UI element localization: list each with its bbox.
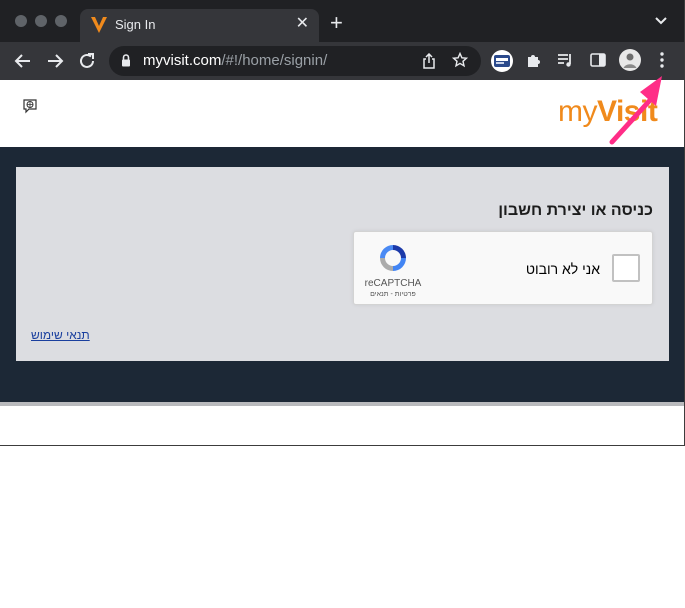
tab-search-chevron-icon[interactable] (654, 16, 668, 26)
recaptcha-checkbox[interactable] (612, 254, 640, 282)
tab-title: Sign In (115, 17, 156, 32)
web-page: myVisit כניסה או יצירת חשבון אני לא רובו… (0, 80, 684, 445)
recaptcha-label: אני לא רובוט (525, 261, 600, 277)
annotation-arrow-icon (609, 76, 662, 145)
new-tab-button[interactable]: + (330, 12, 343, 34)
tab-sign-in[interactable]: Sign In ✕ (80, 9, 319, 42)
extensions-puzzle-icon[interactable] (525, 51, 543, 69)
lock-icon[interactable] (121, 54, 131, 67)
reload-icon[interactable] (76, 50, 98, 72)
share-icon[interactable] (422, 53, 436, 69)
minimize-window-button[interactable] (35, 15, 47, 27)
address-bar[interactable]: myvisit.com/#!/home/signin/ (109, 46, 481, 76)
logo-my: my (558, 95, 598, 128)
url-path: /#!/home/signin/ (221, 52, 328, 69)
page-title: כניסה או יצירת חשבון (498, 202, 653, 219)
bookmark-star-icon[interactable] (452, 52, 468, 68)
recaptcha-widget: אני לא רובוט reCAPTCHA פרטיות - תנאים (353, 231, 653, 305)
signin-card: כניסה או יצירת חשבון אני לא רובוט reCAPT… (16, 167, 669, 361)
tab-close-icon[interactable]: ✕ (296, 15, 309, 33)
divider (0, 402, 684, 406)
extension-badge-icon[interactable] (490, 49, 514, 73)
zoom-window-button[interactable] (55, 15, 67, 27)
media-playlist-icon[interactable] (557, 51, 575, 69)
browser-window: Sign In ✕ + myvisit.com/#!/home/signin/ (0, 0, 685, 446)
title-bar: Sign In ✕ + (0, 0, 684, 42)
url-text[interactable]: myvisit.com/#!/home/signin/ (143, 52, 327, 69)
browser-toolbar: myvisit.com/#!/home/signin/ (0, 42, 684, 80)
recaptcha-logo-icon (380, 245, 406, 271)
recaptcha-brand: reCAPTCHA (364, 278, 422, 289)
side-panel-icon[interactable] (589, 51, 607, 69)
browser-menu-button[interactable] (656, 51, 668, 69)
terms-of-use-link[interactable]: תנאי שימוש (31, 328, 90, 342)
language-globe-icon[interactable] (22, 98, 38, 114)
myvisit-favicon-icon (91, 17, 107, 33)
back-arrow-icon[interactable] (12, 50, 34, 72)
signin-section: כניסה או יצירת חשבון אני לא רובוט reCAPT… (0, 147, 684, 402)
site-header: myVisit (0, 80, 684, 147)
recaptcha-privacy-terms-links[interactable]: פרטיות - תנאים (354, 291, 432, 298)
close-window-button[interactable] (15, 15, 27, 27)
profile-avatar-icon[interactable] (619, 49, 641, 71)
url-host: myvisit.com (143, 52, 222, 69)
forward-arrow-icon[interactable] (44, 50, 66, 72)
